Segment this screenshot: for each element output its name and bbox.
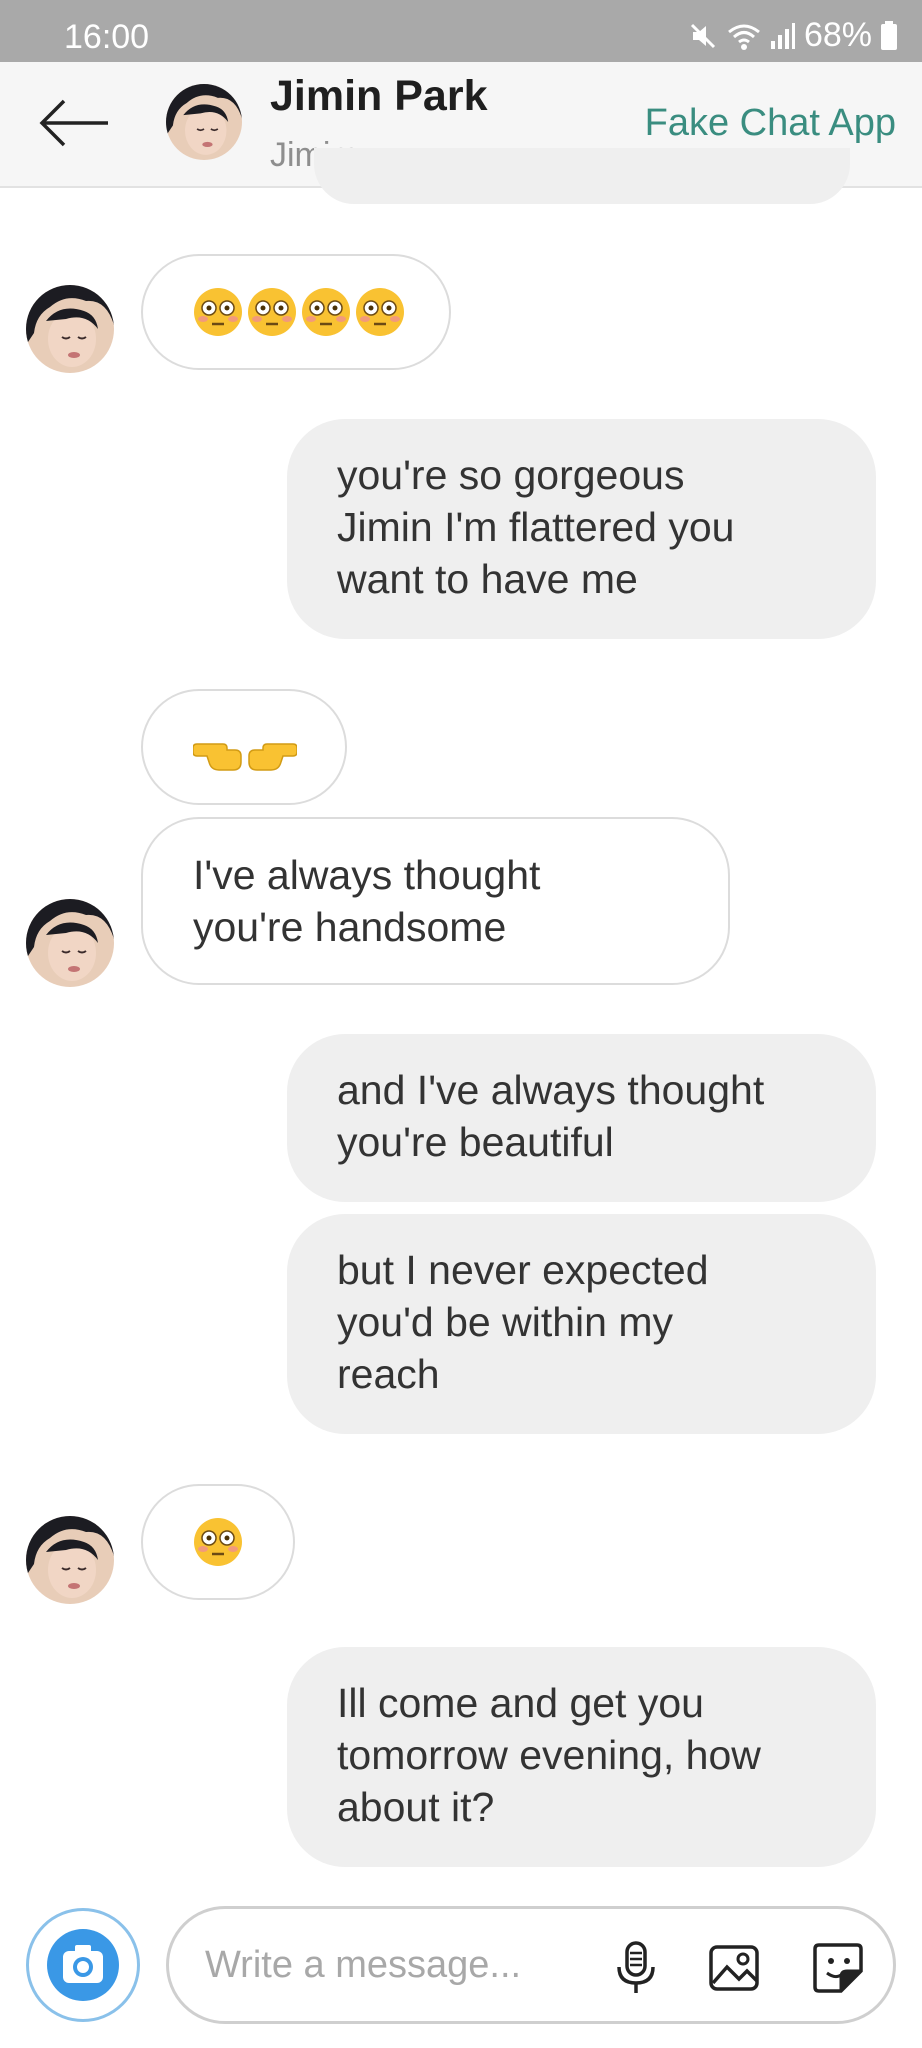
sender-avatar[interactable] [26, 899, 114, 987]
message-input[interactable] [205, 1937, 585, 1993]
message-composer [166, 1906, 896, 2024]
sender-avatar[interactable] [26, 285, 114, 373]
flushed-face-icon [356, 288, 404, 336]
flushed-face-icon [194, 1518, 242, 1566]
message-bubble-outgoing[interactable]: you're so gorgeous Jimin I'm flattered y… [287, 419, 876, 639]
flushed-face-icon [248, 288, 296, 336]
message-bubble-outgoing[interactable]: Ill come and get you tomorrow evening, h… [287, 1647, 876, 1867]
message-bubble-outgoing[interactable]: but I never expected you'd be within my … [287, 1214, 876, 1434]
status-time: 16:00 [64, 18, 150, 56]
message-text: you're so gorgeous Jimin I'm flattered y… [337, 452, 735, 602]
message-bubble-incoming[interactable] [141, 689, 347, 805]
sender-avatar[interactable] [26, 1516, 114, 1604]
mute-icon [690, 23, 715, 48]
status-icons: 68% [688, 16, 898, 55]
signal-icon [770, 22, 795, 49]
message-bubble-incoming[interactable] [141, 254, 451, 370]
sticker-icon[interactable] [809, 1939, 867, 1997]
pointing-fingers-icon [193, 743, 297, 771]
battery-icon [881, 20, 897, 50]
image-icon[interactable] [705, 1939, 763, 1997]
message-bubble-outgoing[interactable]: and I've always thought you're beautiful [287, 1034, 876, 1202]
chat-thread[interactable]: you're so gorgeous Jimin I'm flattered y… [0, 148, 922, 1888]
message-text: but I never expected you'd be within my … [337, 1247, 709, 1397]
flushed-face-icon [302, 288, 350, 336]
message-bubble-incoming[interactable] [141, 1484, 295, 1600]
camera-icon [47, 1929, 119, 2001]
app-name-label[interactable]: Fake Chat App [645, 102, 896, 145]
message-text: Ill come and get you tomorrow evening, h… [337, 1680, 761, 1830]
emoji-row [193, 287, 405, 337]
camera-button[interactable] [26, 1908, 140, 2022]
partial-message-bubble [314, 148, 850, 204]
contact-avatar[interactable] [166, 84, 242, 160]
flushed-face-icon [194, 288, 242, 336]
battery-percent: 68% [803, 16, 872, 54]
microphone-icon[interactable] [607, 1939, 665, 1997]
message-text: and I've always thought you're beautiful [337, 1067, 765, 1165]
status-bar: 16:00 68% [0, 0, 922, 62]
back-arrow-icon[interactable] [38, 96, 112, 150]
message-text: I've always thought you're handsome [193, 852, 541, 950]
wifi-icon [728, 24, 760, 50]
message-bubble-incoming[interactable]: I've always thought you're handsome [141, 817, 730, 985]
contact-name: Jimin Park [270, 72, 488, 120]
